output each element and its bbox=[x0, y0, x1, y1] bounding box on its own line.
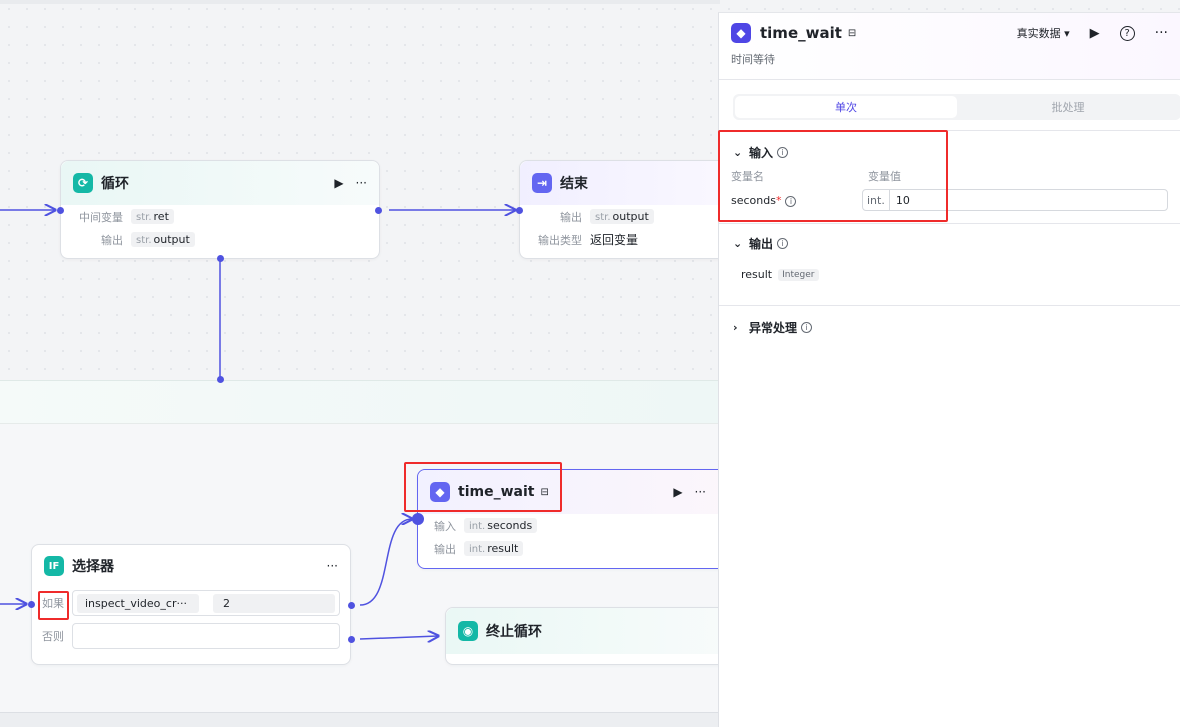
selector-node-title: 选择器 bbox=[72, 559, 114, 575]
loop-input-port[interactable] bbox=[57, 207, 64, 214]
run-icon[interactable]: ▶ bbox=[1090, 26, 1100, 41]
var-tag: str. ret bbox=[131, 209, 174, 224]
type-prefix: str. bbox=[136, 212, 152, 223]
output-var-row: result Integer bbox=[719, 268, 1180, 281]
time-wait-row: 输入 int. seconds bbox=[418, 514, 736, 537]
if-icon: IF bbox=[44, 556, 64, 576]
panel-header: ◆ time_wait ⊟ 真实数据 ▾ ▶ ? ··· 时间等待 bbox=[719, 13, 1180, 79]
var-value: output bbox=[153, 233, 190, 246]
help-icon[interactable]: ? bbox=[1119, 25, 1135, 41]
more-icon[interactable]: ··· bbox=[356, 176, 367, 190]
loop-body-band bbox=[0, 380, 720, 424]
run-mode-tabs: 单次 批处理 bbox=[733, 94, 1180, 120]
row-label: 输出类型 bbox=[538, 233, 582, 247]
data-mode-dropdown[interactable]: 真实数据 ▾ bbox=[1017, 25, 1070, 41]
selector-input-port[interactable] bbox=[28, 601, 35, 608]
condition-left[interactable]: inspect_video_cr··· bbox=[77, 593, 199, 613]
time-wait-input-port[interactable] bbox=[412, 513, 424, 525]
var-tag: str. output bbox=[590, 209, 654, 224]
output-section: ⌄ 输出 i result Integer bbox=[719, 224, 1180, 281]
canvas-top-strip bbox=[0, 0, 720, 4]
stop-icon: ◉ bbox=[458, 621, 478, 641]
else-branch-row: 否则 bbox=[32, 619, 350, 653]
else-label: 否则 bbox=[42, 630, 64, 643]
node-config-panel: ◆ time_wait ⊟ 真实数据 ▾ ▶ ? ··· 时间等待 单次 批处理… bbox=[718, 12, 1180, 727]
var-value: result bbox=[487, 542, 519, 555]
var-tag: str. output bbox=[131, 232, 195, 247]
var-value: ret bbox=[153, 210, 169, 223]
tab-single[interactable]: 单次 bbox=[735, 96, 957, 118]
if-output-port[interactable] bbox=[348, 602, 355, 609]
if-branch-row: 如果 inspect_video_cr··· 2 bbox=[32, 587, 350, 619]
divider bbox=[719, 79, 1180, 80]
loop-body-port[interactable] bbox=[217, 255, 224, 262]
exception-section-title: 异常处理 bbox=[749, 320, 798, 335]
row-label: 输入 bbox=[434, 519, 456, 533]
end-node-row: 输出类型 返回变量 bbox=[520, 228, 738, 251]
else-output-port[interactable] bbox=[348, 636, 355, 643]
type-prefix: int. bbox=[469, 521, 486, 532]
exception-section-header[interactable]: › 异常处理 i bbox=[719, 316, 1180, 338]
chevron-right-icon: › bbox=[733, 320, 738, 334]
panel-subtitle: 时间等待 bbox=[731, 53, 775, 66]
stop-loop-node-title: 终止循环 bbox=[486, 624, 542, 640]
loop-icon: ⟳ bbox=[73, 173, 93, 193]
run-node-icon[interactable]: ▶ bbox=[673, 485, 682, 499]
var-value: seconds bbox=[487, 519, 533, 532]
end-input-port[interactable] bbox=[516, 207, 523, 214]
var-tag: int. result bbox=[464, 541, 524, 556]
end-icon: ⇥ bbox=[532, 173, 552, 193]
info-icon: i bbox=[801, 321, 813, 333]
if-condition[interactable]: inspect_video_cr··· 2 bbox=[72, 590, 340, 616]
loop-body-end-port[interactable] bbox=[217, 376, 224, 383]
more-icon[interactable]: ··· bbox=[1155, 25, 1168, 41]
loop-node[interactable]: ⟳ 循环 ▶ ··· 中间变量 str. ret 输出 str. output bbox=[60, 160, 380, 259]
row-label: 输出 bbox=[560, 210, 582, 224]
highlight-if-label bbox=[38, 591, 69, 620]
canvas-bottom-strip bbox=[0, 712, 720, 727]
more-icon[interactable]: ··· bbox=[695, 485, 706, 499]
row-label: 输出 bbox=[434, 542, 456, 556]
tool-badge-icon: ⊟ bbox=[847, 27, 857, 39]
cube-icon: ◆ bbox=[731, 23, 751, 43]
var-value: output bbox=[612, 210, 649, 223]
type-prefix: str. bbox=[136, 235, 152, 246]
more-icon[interactable]: ··· bbox=[327, 559, 338, 573]
output-type-value: 返回变量 bbox=[590, 233, 639, 247]
exception-section: › 异常处理 i bbox=[719, 306, 1180, 338]
end-node[interactable]: ⇥ 结束 输出 str. output 输出类型 返回变量 bbox=[519, 160, 739, 259]
type-prefix: int. bbox=[469, 544, 486, 555]
end-node-row: 输出 str. output bbox=[520, 205, 738, 228]
chevron-down-icon: ⌄ bbox=[733, 236, 743, 250]
else-condition[interactable] bbox=[72, 623, 340, 649]
stop-loop-node[interactable]: ◉ 终止循环 bbox=[445, 607, 735, 665]
output-section-title: 输出 bbox=[749, 236, 774, 251]
run-node-icon[interactable]: ▶ bbox=[334, 176, 343, 190]
info-icon: i bbox=[777, 237, 789, 249]
highlight-input-section bbox=[718, 130, 948, 222]
condition-right[interactable]: 2 bbox=[213, 593, 335, 613]
panel-title: time_wait bbox=[760, 24, 842, 42]
loop-node-row: 输出 str. output bbox=[61, 228, 379, 251]
selector-node[interactable]: IF 选择器 ··· 如果 inspect_video_cr··· 2 否则 bbox=[31, 544, 351, 665]
var-tag: int. seconds bbox=[464, 518, 538, 533]
output-section-header[interactable]: ⌄ 输出 i bbox=[719, 232, 1180, 254]
loop-output-port[interactable] bbox=[375, 207, 382, 214]
output-var-type: Integer bbox=[778, 268, 819, 281]
row-label: 中间变量 bbox=[79, 210, 123, 224]
tab-batch[interactable]: 批处理 bbox=[957, 96, 1179, 118]
loop-node-row: 中间变量 str. ret bbox=[61, 205, 379, 228]
loop-node-title: 循环 bbox=[101, 176, 129, 192]
type-prefix: str. bbox=[595, 212, 611, 223]
time-wait-row: 输出 int. result bbox=[418, 537, 736, 560]
highlight-time-wait-header bbox=[404, 462, 562, 512]
end-node-title: 结束 bbox=[560, 176, 588, 192]
row-label: 输出 bbox=[101, 233, 123, 247]
output-var-name: result bbox=[741, 268, 773, 281]
